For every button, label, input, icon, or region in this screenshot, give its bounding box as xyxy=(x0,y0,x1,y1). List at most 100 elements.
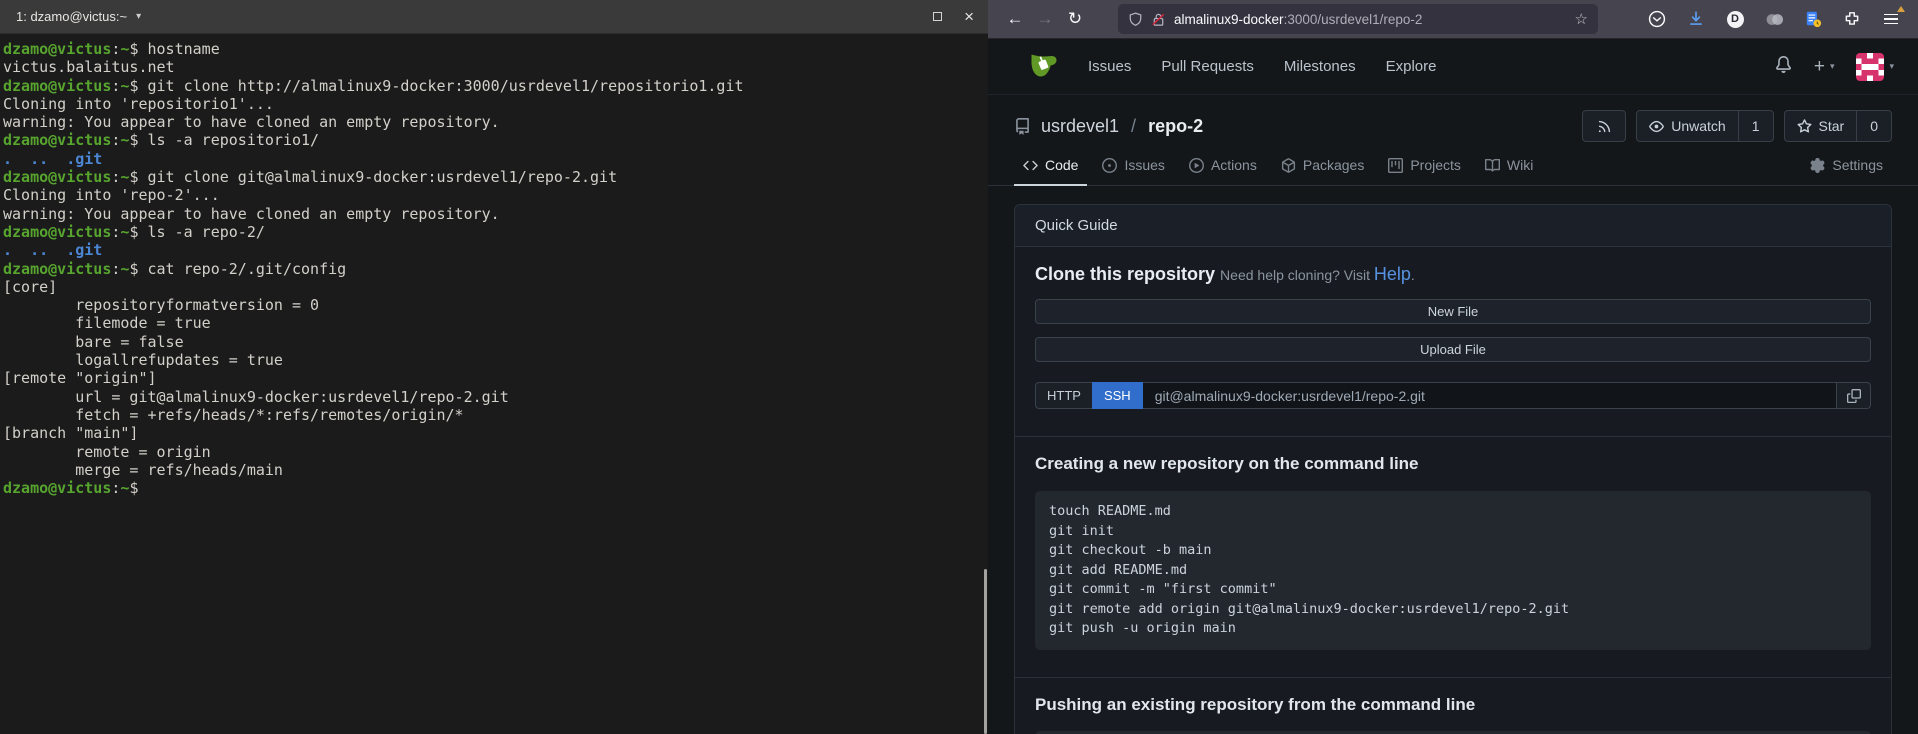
terminal-line: dzamo@victus:~$ xyxy=(3,479,984,497)
avatar xyxy=(1856,53,1884,81)
star-label: Star xyxy=(1819,118,1845,134)
star-button-group: Star 0 xyxy=(1784,110,1892,142)
code-line: git init xyxy=(1049,522,1857,542)
terminal-titlebar[interactable]: 1: dzamo@victus:~ ▾ × xyxy=(0,0,988,34)
pocket-icon[interactable] xyxy=(1646,8,1668,30)
code-line: git add README.md xyxy=(1049,561,1857,581)
tab-actions[interactable]: Actions xyxy=(1180,147,1266,186)
repo-title: usrdevel1 / repo-2 xyxy=(1014,116,1203,137)
terminal-line: merge = refs/heads/main xyxy=(3,461,984,479)
tab-issues[interactable]: Issues xyxy=(1093,147,1173,186)
terminal-line: dzamo@victus:~$ git clone http://almalin… xyxy=(3,77,984,95)
create-repo-heading: Creating a new repository on the command… xyxy=(1035,454,1871,474)
unwatch-label: Unwatch xyxy=(1671,118,1725,134)
clone-url-input[interactable] xyxy=(1143,382,1837,409)
create-new-button[interactable]: + ▾ xyxy=(1814,56,1835,78)
translate-doc-icon[interactable] xyxy=(1802,8,1824,30)
repo-name-link[interactable]: repo-2 xyxy=(1148,116,1203,137)
terminal-line: Cloning into 'repositorio1'... xyxy=(3,95,984,113)
upload-file-button[interactable]: Upload File xyxy=(1035,337,1871,362)
help-link[interactable]: Help xyxy=(1374,264,1411,284)
url-text[interactable]: almalinux9-docker:3000/usrdevel1/repo-2 xyxy=(1174,12,1567,27)
gitea-logo[interactable] xyxy=(1028,49,1058,84)
terminal-title: 1: dzamo@victus:~ xyxy=(16,9,127,24)
watchers-count[interactable]: 1 xyxy=(1738,111,1773,141)
clone-url-row: HTTP SSH xyxy=(1035,382,1871,409)
terminal-line: warning: You appear to have cloned an em… xyxy=(3,205,984,223)
terminal-output[interactable]: dzamo@victus:~$ hostnamevictus.balaitus.… xyxy=(0,34,988,497)
new-file-button[interactable]: New File xyxy=(1035,299,1871,324)
divider xyxy=(1015,436,1891,437)
copy-url-button[interactable] xyxy=(1837,382,1871,409)
quick-guide-header: Quick Guide xyxy=(1015,205,1891,247)
package-icon xyxy=(1281,158,1296,173)
code-line: git checkout -b main xyxy=(1049,541,1857,561)
code-block-create: touch README.mdgit initgit checkout -b m… xyxy=(1035,491,1871,650)
url-bar[interactable]: almalinux9-docker:3000/usrdevel1/repo-2 … xyxy=(1118,4,1598,34)
reload-icon[interactable]: ↻ xyxy=(1060,5,1090,33)
rss-button[interactable] xyxy=(1582,110,1626,142)
terminal-line: remote = origin xyxy=(3,443,984,461)
user-menu[interactable]: ▾ xyxy=(1856,53,1894,81)
repo-header: usrdevel1 / repo-2 Unwatch xyxy=(1014,107,1892,145)
download-icon[interactable] xyxy=(1685,8,1707,30)
insecure-lock-icon[interactable] xyxy=(1151,12,1166,27)
code-icon xyxy=(1023,158,1038,173)
tab-packages[interactable]: Packages xyxy=(1272,147,1373,186)
url-domain: almalinux9-docker xyxy=(1174,12,1284,27)
terminal-line: fetch = +refs/heads/*:refs/remotes/origi… xyxy=(3,406,984,424)
gitea-nav-links: Issues Pull Requests Milestones Explore xyxy=(1088,58,1436,75)
terminal-menu-caret-icon[interactable]: ▾ xyxy=(136,11,141,22)
nav-link-milestones[interactable]: Milestones xyxy=(1284,58,1356,75)
menu-update-badge xyxy=(1897,6,1905,12)
terminal-line: filemode = true xyxy=(3,314,984,332)
terminal-line: victus.balaitus.net xyxy=(3,58,984,76)
eye-icon xyxy=(1649,119,1664,134)
terminal-line: repositoryformatversion = 0 xyxy=(3,296,984,314)
unwatch-button[interactable]: Unwatch xyxy=(1637,111,1737,141)
terminal-scrollbar[interactable] xyxy=(984,569,987,734)
terminal-line: . .. .git xyxy=(3,241,984,259)
ssh-toggle[interactable]: SSH xyxy=(1092,382,1143,409)
tab-code[interactable]: Code xyxy=(1014,147,1087,186)
nav-link-pull-requests[interactable]: Pull Requests xyxy=(1161,58,1254,75)
stars-count[interactable]: 0 xyxy=(1856,111,1891,141)
close-icon[interactable]: × xyxy=(964,8,974,25)
http-toggle[interactable]: HTTP xyxy=(1035,382,1092,409)
forward-icon[interactable]: → xyxy=(1030,5,1060,33)
extension-icon[interactable] xyxy=(1841,8,1863,30)
star-icon xyxy=(1797,119,1812,134)
gear-icon xyxy=(1810,158,1825,173)
containers-icon[interactable] xyxy=(1763,8,1785,30)
nav-link-issues[interactable]: Issues xyxy=(1088,58,1131,75)
star-button[interactable]: Star xyxy=(1785,111,1857,141)
menu-icon[interactable] xyxy=(1880,8,1902,30)
code-line: git push -u origin main xyxy=(1049,619,1857,639)
restore-icon[interactable] xyxy=(933,12,942,21)
code-line: touch README.md xyxy=(1049,502,1857,522)
terminal-line: warning: You appear to have cloned an em… xyxy=(3,113,984,131)
user-menu-caret-icon: ▾ xyxy=(1889,61,1894,72)
darkreader-icon[interactable]: D xyxy=(1724,8,1746,30)
repo-icon xyxy=(1014,118,1031,135)
copy-icon xyxy=(1847,389,1861,403)
repo-owner-link[interactable]: usrdevel1 xyxy=(1041,116,1119,137)
tab-settings[interactable]: Settings xyxy=(1801,147,1892,186)
back-icon[interactable]: ← xyxy=(1000,5,1030,33)
nav-link-explore[interactable]: Explore xyxy=(1386,58,1437,75)
tab-wiki[interactable]: Wiki xyxy=(1476,147,1542,186)
project-icon xyxy=(1388,158,1403,173)
terminal-window[interactable]: 1: dzamo@victus:~ ▾ × dzamo@victus:~$ ho… xyxy=(0,0,988,734)
code-block-push xyxy=(1035,731,1871,734)
clone-heading: Clone this repository Need help cloning?… xyxy=(1035,263,1871,286)
notifications-bell-icon[interactable] xyxy=(1775,56,1792,78)
tab-projects[interactable]: Projects xyxy=(1379,147,1470,186)
gitea-page: Issues Pull Requests Milestones Explore + ▾ xyxy=(988,39,1918,734)
terminal-line: [branch "main"] xyxy=(3,424,984,442)
rss-icon xyxy=(1597,119,1612,134)
shield-icon xyxy=(1128,12,1143,27)
terminal-line: dzamo@victus:~$ ls -a repo-2/ xyxy=(3,223,984,241)
bookmark-star-icon[interactable]: ☆ xyxy=(1575,10,1588,28)
code-line: git remote add origin git@almalinux9-doc… xyxy=(1049,600,1857,620)
quick-guide-box: Quick Guide Clone this repository Need h… xyxy=(1014,204,1892,734)
